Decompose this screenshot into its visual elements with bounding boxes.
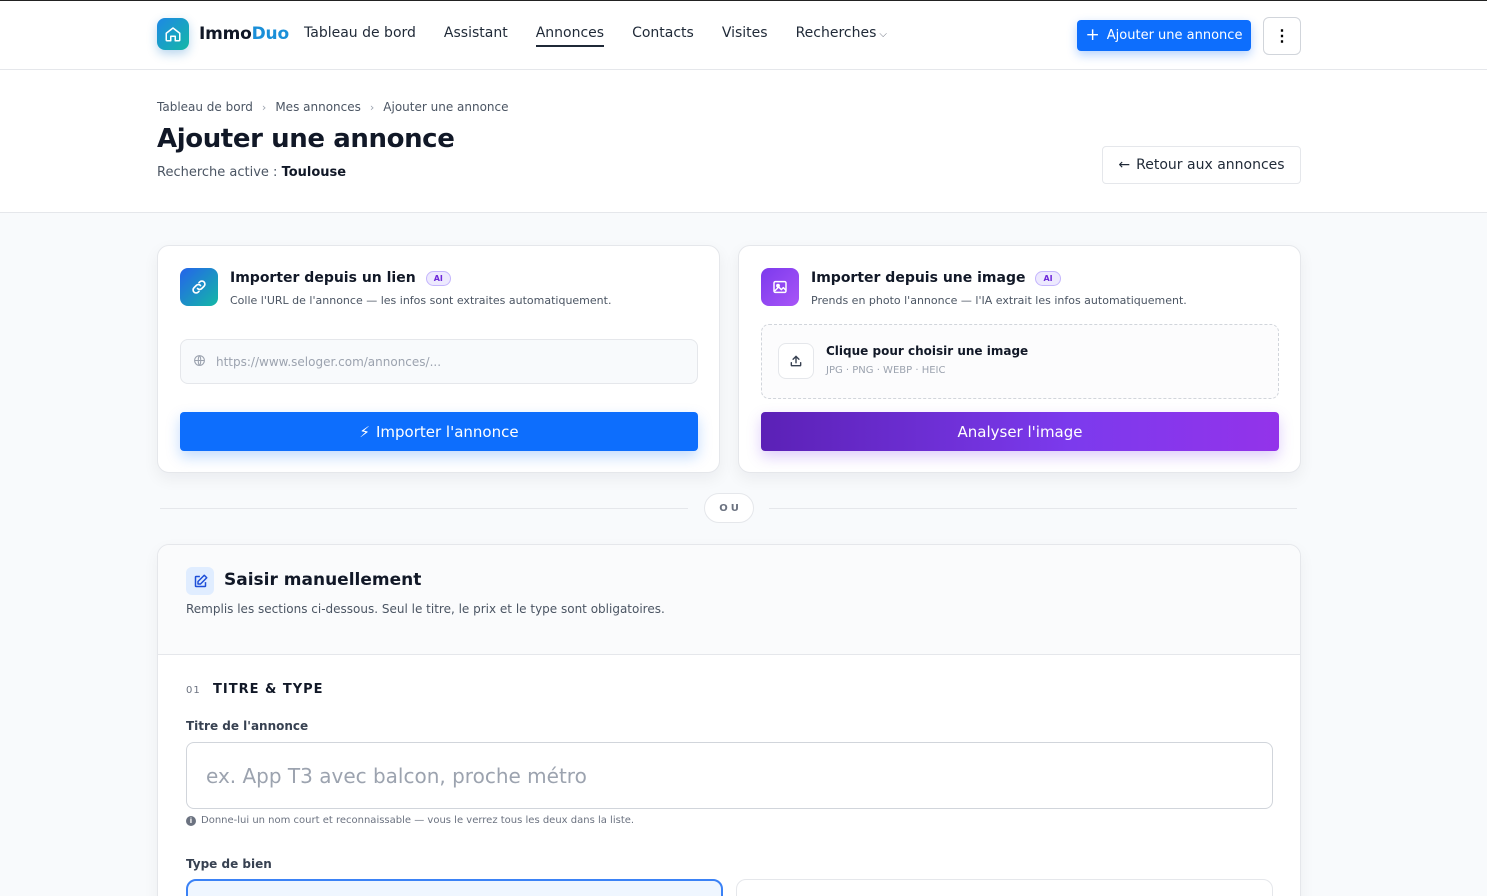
title-field-label: Titre de l'annonce <box>186 719 309 733</box>
active-search: Recherche active : Toulouse <box>157 165 346 180</box>
chevron-right-icon: › <box>369 100 375 114</box>
navbar: ImmoDuo Tableau de bord Assistant Annonc… <box>0 1 1487 70</box>
import-image-card: Importer depuis une image AI Prends en ph… <box>738 245 1301 473</box>
brand[interactable]: ImmoDuo <box>157 18 289 50</box>
nav-recherches-label: Recherches <box>795 25 877 41</box>
import-image-title: Importer depuis une image AI <box>811 270 1061 286</box>
url-placeholder: https://www.seloger.com/annonces/... <box>216 354 442 369</box>
link-icon <box>180 268 218 306</box>
globe-icon <box>193 354 206 370</box>
manual-entry-title: Saisir manuellement <box>224 570 422 590</box>
nav-recherches[interactable]: Recherches ⌵ <box>796 25 887 47</box>
section-title: TITRE & TYPE <box>213 682 324 697</box>
image-icon <box>761 268 799 306</box>
title-input[interactable]: ex. App T3 avec balcon, proche métro <box>186 742 1273 809</box>
property-type-option-selected[interactable] <box>186 879 723 896</box>
import-image-title-text: Importer depuis une image <box>811 270 1026 286</box>
dropzone-formats: JPG · PNG · WEBP · HEIC <box>826 365 946 376</box>
kebab-menu-icon: ⋮ <box>1274 28 1290 45</box>
nav-visites[interactable]: Visites <box>722 25 768 47</box>
import-link-title: Importer depuis un lien AI <box>230 270 451 286</box>
page-title: Ajouter une annonce <box>157 124 455 154</box>
active-search-label: Recherche active : <box>157 165 282 180</box>
title-placeholder: ex. App T3 avec balcon, proche métro <box>206 763 587 788</box>
brand-name-part1: Immo <box>199 24 252 44</box>
property-type-label: Type de bien <box>186 857 272 871</box>
edit-icon <box>186 567 214 595</box>
info-icon: i <box>186 815 196 826</box>
import-image-description: Prends en photo l'annonce — l'IA extrait… <box>811 294 1187 307</box>
active-search-value: Toulouse <box>281 165 347 180</box>
analyze-image-button[interactable]: Analyser l'image <box>761 412 1279 451</box>
main-nav: Tableau de bord Assistant Annonces Conta… <box>304 25 915 47</box>
manual-entry-description: Remplis les sections ci-dessous. Seul le… <box>186 602 665 616</box>
back-label: Retour aux annonces <box>1136 157 1285 173</box>
plus-icon: + <box>1085 25 1100 45</box>
manual-entry-header: Saisir manuellement Remplis les sections… <box>158 545 1300 655</box>
section-number: 01 <box>186 685 201 696</box>
import-link-description: Colle l'URL de l'annonce — les infos son… <box>230 294 612 307</box>
import-listing-label: Importer l'annonce <box>375 422 519 441</box>
image-dropzone[interactable]: Clique pour choisir une image JPG · PNG … <box>761 324 1279 399</box>
house-icon <box>157 18 189 50</box>
chevron-right-icon: › <box>261 100 267 114</box>
upload-icon <box>778 343 814 379</box>
nav-assistant[interactable]: Assistant <box>444 25 508 47</box>
nav-annonces[interactable]: Annonces <box>535 25 605 47</box>
kebab-menu-button[interactable]: ⋮ <box>1263 17 1301 55</box>
property-type-option[interactable] <box>736 879 1273 896</box>
title-hint: i Donne-lui un nom court et reconnaissabl… <box>186 815 634 826</box>
breadcrumb-mes-annonces[interactable]: Mes annonces <box>275 100 361 114</box>
import-listing-button[interactable]: ⚡ Importer l'annonce <box>180 412 698 451</box>
arrow-left-icon: ← <box>1118 157 1131 173</box>
breadcrumb: Tableau de bord › Mes annonces › Ajouter… <box>157 100 509 114</box>
breadcrumb-current: Ajouter une annonce <box>383 100 509 114</box>
import-link-title-text: Importer depuis un lien <box>230 270 416 286</box>
chevron-down-icon: ⌵ <box>879 29 887 40</box>
nav-contacts[interactable]: Contacts <box>632 25 694 47</box>
brand-name: ImmoDuo <box>199 24 289 44</box>
ai-badge: AI <box>1035 270 1061 286</box>
nav-tableau-de-bord[interactable]: Tableau de bord <box>304 25 416 47</box>
divider-line-right <box>769 508 1297 509</box>
ai-badge: AI <box>425 270 451 286</box>
back-to-listings-button[interactable]: ← Retour aux annonces <box>1102 146 1301 184</box>
or-divider: OU <box>704 493 754 523</box>
manual-entry-card: Saisir manuellement Remplis les sections… <box>157 544 1301 896</box>
lightning-icon: ⚡ <box>359 422 370 441</box>
breadcrumb-tableau-de-bord[interactable]: Tableau de bord <box>157 100 253 114</box>
add-listing-label: Ajouter une annonce <box>1106 28 1243 43</box>
url-input[interactable]: https://www.seloger.com/annonces/... <box>180 339 698 384</box>
title-hint-text: Donne-lui un nom court et reconnaissable… <box>201 815 635 826</box>
add-listing-button[interactable]: + Ajouter une annonce <box>1077 20 1251 51</box>
import-link-card: Importer depuis un lien AI Colle l'URL de… <box>157 245 720 473</box>
divider-line-left <box>160 508 688 509</box>
page-header: Tableau de bord › Mes annonces › Ajouter… <box>0 70 1487 213</box>
dropzone-title: Clique pour choisir une image <box>826 344 1029 358</box>
brand-name-part2: Duo <box>251 24 289 44</box>
